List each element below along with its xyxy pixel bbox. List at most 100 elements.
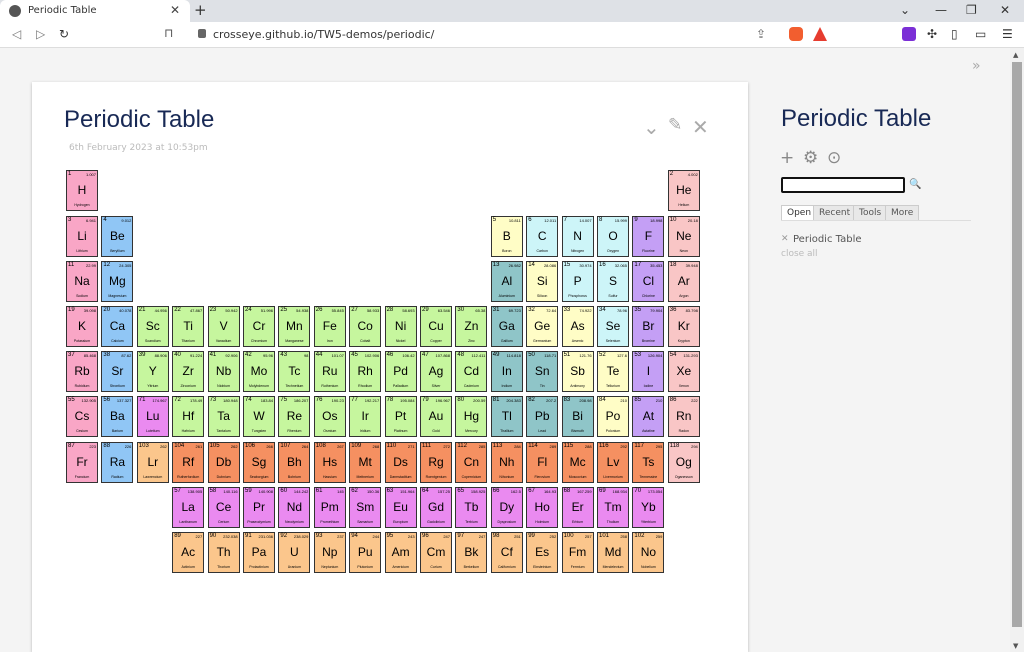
element-gd[interactable]: 64 157.25 Gd Gadolinium [420, 487, 452, 528]
element-ru[interactable]: 44 101.07 Ru Ruthenium [313, 351, 346, 392]
extension-icon[interactable] [902, 27, 916, 41]
tab-more[interactable]: More [885, 205, 920, 221]
element-mc[interactable]: 115 288 Mc Moscovium [561, 442, 594, 483]
element-pa[interactable]: 91 231.036 Pa Protactinium [243, 532, 275, 573]
element-pm[interactable]: 61 145 Pm Promethium [313, 487, 346, 528]
element-lr[interactable]: 103 262 Lr Lawrencium [136, 442, 169, 483]
element-hf[interactable]: 72 178.49 Hf Hafnium [172, 396, 205, 437]
browser-tab[interactable]: Periodic Table ✕ [0, 0, 190, 22]
element-bh[interactable]: 107 264 Bh Bohrium [278, 442, 311, 483]
element-zr[interactable]: 40 91.224 Zr Zirconium [172, 351, 205, 392]
element-sn[interactable]: 50 118.71 Sn Tin [526, 351, 559, 392]
element-s[interactable]: 16 32.065 S Sulfur [597, 261, 629, 302]
plus-icon[interactable]: + [780, 148, 794, 168]
element-rb[interactable]: 37 85.468 Rb Rubidium [66, 351, 98, 392]
element-no[interactable]: 102 259 No Nobelium [632, 532, 665, 573]
lock-icon[interactable] [198, 29, 206, 38]
element-na[interactable]: 11 22.99 Na Sodium [66, 261, 98, 302]
brave-rewards-icon[interactable] [813, 27, 827, 41]
element-ag[interactable]: 47 107.868 Ag Silver [420, 351, 452, 392]
element-tb[interactable]: 65 158.925 Tb Terbium [455, 487, 488, 528]
element-sb[interactable]: 51 121.76 Sb Antimony [561, 351, 594, 392]
element-fe[interactable]: 26 55.845 Fe Iron [313, 306, 346, 347]
element-os[interactable]: 76 190.23 Os Osmium [313, 396, 346, 437]
element-hg[interactable]: 80 200.59 Hg Mercury [455, 396, 488, 437]
element-cn[interactable]: 112 285 Cn Copernicium [455, 442, 488, 483]
element-as[interactable]: 33 74.922 As Arsenic [561, 306, 594, 347]
scroll-thumb[interactable] [1012, 62, 1022, 627]
element-sg[interactable]: 106 266 Sg Seaborgium [243, 442, 275, 483]
minimize-icon[interactable]: — [935, 3, 947, 17]
element-rf[interactable]: 104 261 Rf Rutherfordium [172, 442, 205, 483]
element-rn[interactable]: 86 222 Rn Radon [667, 396, 700, 437]
element-th[interactable]: 90 232.038 Th Thorium [207, 532, 240, 573]
element-p[interactable]: 15 30.974 P Phosphorus [561, 261, 594, 302]
element-co[interactable]: 27 58.933 Co Cobalt [349, 306, 382, 347]
element-v[interactable]: 23 50.942 V Vanadium [207, 306, 240, 347]
element-li[interactable]: 3 6.941 Li Lithium [66, 216, 98, 257]
element-tc[interactable]: 43 98 Tc Technetium [278, 351, 311, 392]
element-pr[interactable]: 59 140.908 Pr Praseodymium [243, 487, 275, 528]
element-si[interactable]: 14 28.086 Si Silicon [526, 261, 559, 302]
restore-icon[interactable]: ❐ [966, 3, 977, 17]
element-eu[interactable]: 63 151.964 Eu Europium [384, 487, 417, 528]
reload-icon[interactable]: ↻ [59, 27, 69, 41]
element-br[interactable]: 35 79.904 Br Bromine [632, 306, 665, 347]
element-ne[interactable]: 10 20.18 Ne Neon [667, 216, 700, 257]
element-og[interactable]: 118 294 Og Oganesson [667, 442, 700, 483]
element-i[interactable]: 53 126.904 I Iodine [632, 351, 665, 392]
element-fr[interactable]: 87 223 Fr Francium [66, 442, 98, 483]
element-zn[interactable]: 30 65.38 Zn Zinc [455, 306, 488, 347]
element-ho[interactable]: 67 164.93 Ho Holmium [526, 487, 559, 528]
element-db[interactable]: 105 262 Db Dubnium [207, 442, 240, 483]
element-np[interactable]: 93 237 Np Neptunium [313, 532, 346, 573]
element-h[interactable]: 1 1.007 H Hydrogen [66, 170, 98, 211]
element-nd[interactable]: 60 144.242 Nd Neodymium [278, 487, 311, 528]
element-cr[interactable]: 24 51.996 Cr Chromium [243, 306, 275, 347]
element-c[interactable]: 6 12.011 C Carbon [526, 216, 559, 257]
brave-shield-icon[interactable] [789, 27, 803, 41]
element-ac[interactable]: 89 227 Ac Actinium [172, 532, 205, 573]
element-f[interactable]: 9 18.998 F Fluorine [632, 216, 665, 257]
element-be[interactable]: 4 9.012 Be Beryllium [101, 216, 134, 257]
element-tl[interactable]: 81 204.383 Tl Thallium [490, 396, 523, 437]
element-se[interactable]: 34 78.96 Se Selenium [597, 306, 629, 347]
forward-icon[interactable]: ▷ [36, 27, 45, 41]
element-sm[interactable]: 62 150.36 Sm Samarium [349, 487, 382, 528]
element-rh[interactable]: 45 102.906 Rh Rhodium [349, 351, 382, 392]
element-po[interactable]: 84 210 Po Polonium [597, 396, 629, 437]
search-icon[interactable]: 🔍 [909, 179, 921, 190]
element-mt[interactable]: 109 268 Mt Meitnerium [349, 442, 382, 483]
element-fm[interactable]: 100 257 Fm Fermium [561, 532, 594, 573]
element-re[interactable]: 75 186.207 Re Rhenium [278, 396, 311, 437]
element-nh[interactable]: 113 284 Nh Nihonium [490, 442, 523, 483]
element-ga[interactable]: 31 69.723 Ga Gallium [490, 306, 523, 347]
sidebar-toggle-icon[interactable]: ▯ [951, 27, 958, 41]
back-icon[interactable]: ◁ [12, 27, 21, 41]
tab-tools[interactable]: Tools [853, 205, 888, 221]
double-chevron-right-icon[interactable]: » [972, 58, 981, 74]
element-pt[interactable]: 78 195.084 Pt Platinum [384, 396, 417, 437]
element-ba[interactable]: 56 137.327 Ba Barium [101, 396, 134, 437]
element-o[interactable]: 8 15.999 O Oxygen [597, 216, 629, 257]
new-tab-icon[interactable]: + [194, 1, 207, 19]
element-tm[interactable]: 69 168.934 Tm Thulium [597, 487, 629, 528]
element-k[interactable]: 19 39.098 K Potassium [66, 306, 98, 347]
close-icon[interactable]: ✕ [781, 234, 789, 244]
bookmark-icon[interactable]: ⊓ [164, 26, 173, 40]
close-all-link[interactable]: close all [781, 249, 818, 259]
element-ds[interactable]: 110 271 Ds Darmstadtium [384, 442, 417, 483]
element-b[interactable]: 5 10.811 B Boron [490, 216, 523, 257]
element-mn[interactable]: 25 54.938 Mn Manganese [278, 306, 311, 347]
element-lu[interactable]: 71 174.967 Lu Lutetium [136, 396, 169, 437]
element-md[interactable]: 101 258 Md Mendelevium [597, 532, 629, 573]
scrollbar[interactable]: ▲ ▼ [1010, 48, 1024, 652]
element-y[interactable]: 39 88.906 Y Yttrium [136, 351, 169, 392]
element-nb[interactable]: 41 92.906 Nb Niobium [207, 351, 240, 392]
element-dy[interactable]: 66 162.5 Dy Dysprosium [490, 487, 523, 528]
check-icon[interactable]: ⊙ [827, 148, 841, 168]
tab-open[interactable]: Open [781, 205, 818, 221]
element-cm[interactable]: 96 247 Cm Curium [420, 532, 452, 573]
element-ni[interactable]: 28 58.693 Ni Nickel [384, 306, 417, 347]
element-am[interactable]: 95 243 Am Americium [384, 532, 417, 573]
